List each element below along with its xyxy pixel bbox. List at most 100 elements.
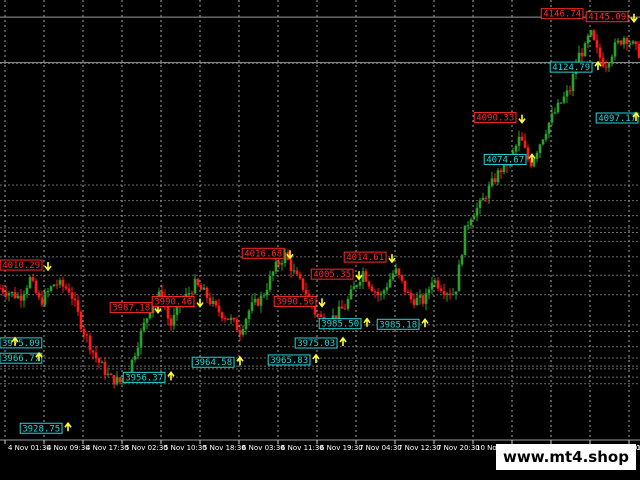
up-arrow-icon: [363, 317, 371, 327]
candle-bear: [277, 261, 281, 265]
candle-bull: [187, 293, 191, 295]
candle-bull: [631, 41, 635, 44]
candle-bear: [412, 299, 416, 306]
candle-bear: [448, 293, 452, 295]
candle-bear: [598, 47, 602, 58]
candle-bear: [79, 311, 83, 330]
swing-low-label: 3975.09: [2, 339, 40, 349]
candle-bear: [595, 39, 599, 48]
candle-bear: [64, 286, 68, 289]
candle-bull: [43, 291, 47, 305]
candle-bull: [106, 373, 110, 375]
candle-bull: [280, 263, 284, 265]
swing-high-label: 4005.35: [313, 270, 351, 280]
candle-bear: [37, 292, 41, 298]
swing-low-label: 4097.17: [598, 114, 636, 124]
candle-bull: [586, 35, 590, 44]
candle-bear: [625, 38, 629, 44]
candle-bull: [139, 330, 143, 348]
up-arrow-icon: [421, 317, 429, 328]
candle-bear: [205, 287, 209, 298]
candle-bear: [295, 270, 299, 275]
candle-bear: [1, 288, 5, 293]
candle-bull: [268, 276, 272, 290]
candle-bear: [217, 305, 221, 313]
down-arrow-icon: [318, 298, 326, 308]
down-arrow-icon: [355, 271, 363, 281]
swing-low-label: 3964.58: [194, 358, 232, 368]
swing-high-label: 4016.68: [244, 249, 282, 259]
time-axis-label: 4 Nov 01:30: [8, 444, 51, 452]
candle-bull: [424, 293, 428, 304]
candle-bull: [391, 273, 395, 280]
candle-bear: [0, 288, 2, 290]
candle-bear: [40, 297, 44, 305]
swing-low-label: 3985.18: [379, 320, 417, 330]
candle-bull: [349, 289, 353, 300]
candle-bear: [190, 293, 194, 295]
candle-bull: [379, 293, 383, 296]
candle-bear: [592, 30, 596, 40]
down-arrow-icon: [518, 114, 526, 124]
candle-bear: [364, 271, 368, 282]
candle-bear: [73, 298, 77, 301]
time-axis-label: 7 Nov 12:30: [398, 444, 441, 452]
time-axis-label: 5 Nov 02:30: [125, 444, 168, 452]
candle-bull: [388, 279, 392, 288]
candle-bull: [547, 122, 551, 134]
candle-bear: [238, 330, 242, 335]
candle-bear: [199, 285, 203, 290]
candle-bear: [91, 350, 95, 353]
candle-bull: [463, 225, 467, 256]
candle-bear: [523, 140, 527, 148]
candle-bull: [46, 290, 50, 292]
candle-bull: [571, 73, 575, 91]
candle-bull: [16, 295, 20, 298]
down-arrow-icon: [196, 298, 204, 308]
candle-bull: [142, 322, 146, 331]
candle-bear: [76, 300, 80, 312]
candle-bull: [538, 144, 542, 153]
candle-bull: [28, 277, 32, 288]
candle-bear: [232, 317, 236, 320]
candle-bear: [103, 362, 107, 375]
up-arrow-icon: [339, 336, 347, 346]
candle-bull: [274, 261, 278, 272]
candle-bear: [70, 292, 74, 299]
candle-bear: [13, 291, 17, 298]
candle-bull: [259, 295, 263, 306]
time-axis-label: 5 Nov 18:30: [203, 444, 246, 452]
candle-bull: [469, 219, 473, 226]
candle-bull: [556, 102, 560, 113]
swing-high-label: 4090.33: [476, 114, 514, 124]
candle-bull: [193, 279, 197, 294]
candle-bear: [343, 308, 347, 310]
candle-bear: [19, 295, 23, 301]
candle-bear: [439, 288, 443, 292]
candle-bull: [481, 197, 485, 201]
candle-bear: [88, 335, 92, 351]
candle-bear: [256, 298, 260, 306]
candle-bear: [409, 292, 413, 300]
candle-bull: [136, 347, 140, 357]
price-chart[interactable]: 4010.29 3987.18 3990.46 4016.68 3990.56 4005.…: [0, 0, 640, 480]
candle-bear: [55, 284, 59, 286]
candle-bull: [550, 113, 554, 123]
time-axis-label: 6 Nov 11:30: [281, 444, 324, 452]
candle-bull: [115, 377, 119, 385]
candle-bear: [403, 280, 407, 292]
candle-bull: [589, 30, 593, 36]
candle-bear: [580, 52, 584, 57]
candle-bull: [355, 285, 359, 287]
candle-bull: [445, 293, 449, 295]
candle-bull: [457, 264, 461, 292]
swing-labels: 4010.29 3987.18 3990.46 4016.68 3990.56 4005.…: [0, 8, 640, 434]
candle-bull: [253, 298, 257, 303]
candle-bear: [373, 291, 377, 293]
time-axis-label: 5 Nov 10:30: [164, 444, 207, 452]
candle-bear: [493, 178, 497, 183]
candle-bull: [532, 158, 536, 167]
time-axis-label: 6 Nov 19:30: [320, 444, 363, 452]
up-arrow-icon: [312, 353, 320, 363]
candle-bull: [544, 133, 548, 140]
